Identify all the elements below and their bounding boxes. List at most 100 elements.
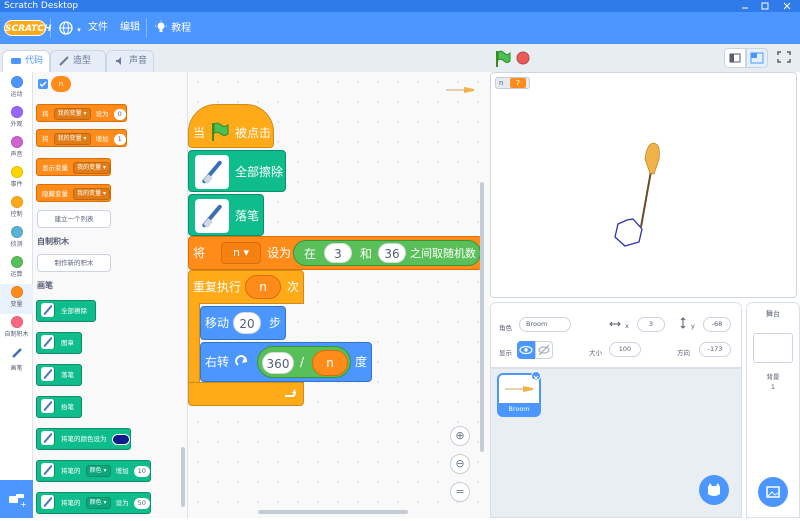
erase-all-block[interactable]: 全部擦除 (188, 150, 286, 192)
turn-right-block[interactable]: 右转 360 / n 度 (200, 342, 372, 382)
tab-sounds[interactable]: 声音 (106, 50, 154, 72)
normal-stage-button[interactable] (746, 48, 768, 68)
make-block-button[interactable]: 制作新的积木 (37, 254, 111, 272)
palette-scrollbar[interactable] (181, 447, 185, 507)
category-variables[interactable]: 变量 (0, 284, 33, 314)
variable-n-reporter[interactable]: n (51, 76, 71, 92)
variable-checkbox[interactable] (38, 79, 48, 89)
control-category-icon (10, 196, 23, 208)
choose-sprite-button[interactable] (699, 475, 729, 505)
category-looks[interactable]: 外观 (0, 104, 33, 134)
variable-n-dropdown[interactable]: n ▾ (221, 242, 261, 264)
maximize-icon[interactable] (760, 1, 770, 11)
set-n-block[interactable]: 将 n ▾ 设为 在 3 和 36 之间取随机数 (188, 236, 482, 270)
random-to-input[interactable]: 36 (378, 243, 406, 263)
denominator-n-reporter[interactable]: n (312, 350, 348, 376)
size-input[interactable]: 100 (609, 342, 641, 357)
block-text: 在 (304, 247, 317, 261)
tab-costumes[interactable]: 造型 (50, 50, 106, 72)
tab-code[interactable]: 代码 (2, 50, 50, 74)
pen-down-palette-block[interactable]: 落笔 (36, 364, 82, 386)
set-pen-color-palette-block[interactable]: 将笔的颜色设为 (36, 428, 131, 450)
file-menu[interactable]: 文件 (88, 20, 108, 36)
x-input[interactable]: 3 (637, 317, 665, 332)
category-sound[interactable]: 声音 (0, 134, 33, 164)
choose-backdrop-button[interactable] (758, 477, 788, 507)
make-list-button[interactable]: 建立一个列表 (37, 210, 111, 228)
script-vertical-scrollbar[interactable] (480, 182, 484, 452)
block-text: 次 (287, 280, 300, 294)
pen-param-dropdown[interactable]: 颜色 ▾ (85, 497, 111, 509)
value-input[interactable]: 50 (133, 497, 150, 509)
change-variable-block[interactable]: 将 我的变量 ▾ 增加 1 (36, 129, 127, 147)
stage-thumbnail[interactable] (753, 333, 793, 363)
show-visible-button[interactable] (517, 341, 535, 359)
variable-dropdown[interactable]: 我的变量 ▾ (73, 162, 110, 174)
tutorials-menu[interactable]: 教程 (154, 20, 191, 37)
value-input[interactable]: 1 (113, 133, 126, 145)
value-input[interactable]: 10 (133, 465, 150, 477)
stamp-palette-block[interactable]: 图章 (36, 332, 82, 354)
small-stage-button[interactable] (724, 48, 746, 68)
variable-dropdown[interactable]: 我的变量 ▾ (73, 188, 110, 200)
set-pen-param-palette-block[interactable]: 将笔的 颜色 ▾ 设为 50 (36, 492, 151, 514)
pen-color-swatch[interactable] (111, 433, 130, 445)
category-motion[interactable]: 运动 (0, 74, 33, 104)
pen-down-block[interactable]: 落笔 (188, 194, 264, 236)
zoom-reset-button[interactable]: = (450, 482, 470, 502)
block-text: 落笔 (235, 209, 260, 223)
hide-button[interactable] (535, 341, 553, 359)
repeat-times-reporter[interactable]: n (245, 275, 281, 299)
delete-sprite-button[interactable] (531, 371, 541, 381)
variable-dropdown[interactable]: 我的变量 ▾ (53, 108, 91, 120)
when-flag-clicked-block[interactable]: 当 被点击 (188, 104, 274, 148)
chevron-down-icon: ▾ (77, 26, 81, 34)
block-text: 右转 (205, 355, 230, 369)
green-flag-icon[interactable] (494, 50, 512, 68)
direction-input[interactable]: -173 (699, 342, 731, 357)
value-input[interactable]: 0 (113, 108, 126, 120)
sprite-name-input[interactable]: Broom (519, 317, 571, 332)
category-my-blocks[interactable]: 自制积木 (0, 314, 33, 344)
y-input[interactable]: -68 (703, 317, 731, 332)
zoom-in-button[interactable]: ⊕ (450, 426, 470, 446)
block-text: 将 (42, 135, 49, 143)
repeat-block[interactable]: 重复执行 n 次 (188, 270, 304, 304)
category-pen[interactable]: 画笔 (0, 344, 33, 374)
stop-icon[interactable] (516, 51, 530, 65)
numerator-input[interactable]: 360 (262, 352, 294, 374)
fullscreen-button[interactable] (774, 48, 796, 68)
hide-variable-block[interactable]: 隐藏变量 我的变量 ▾ (36, 184, 111, 202)
move-steps-input[interactable]: 20 (233, 312, 261, 334)
change-pen-param-palette-block[interactable]: 将笔的 颜色 ▾ 增加 10 (36, 460, 151, 482)
set-variable-block[interactable]: 将 我的变量 ▾ 设为 0 (36, 104, 127, 122)
scratch-logo[interactable]: SCRATCH (4, 20, 51, 36)
category-control[interactable]: 控制 (0, 194, 33, 224)
pick-random-block[interactable]: 在 3 和 36 之间取随机数 (293, 240, 481, 266)
pen-param-dropdown[interactable]: 颜色 ▾ (85, 465, 111, 477)
stage-canvas[interactable]: n 7 (490, 72, 797, 298)
pen-up-palette-block[interactable]: 抬笔 (36, 396, 82, 418)
close-icon[interactable] (782, 1, 792, 11)
language-menu[interactable]: ▾ (58, 20, 81, 42)
minimize-icon[interactable] (740, 1, 750, 11)
add-extension-button[interactable]: + (0, 480, 33, 518)
block-text: 重复执行 (193, 280, 242, 294)
category-events[interactable]: 事件 (0, 164, 33, 194)
edit-menu[interactable]: 编辑 (120, 20, 140, 36)
script-horizontal-scrollbar[interactable] (258, 510, 408, 514)
divide-operator-block[interactable]: 360 / n (257, 346, 351, 378)
show-variable-block[interactable]: 显示变量 我的变量 ▾ (36, 158, 111, 176)
script-area[interactable]: 当 被点击 全部擦除 落笔 将 n ▾ 设为 在 3 和 36 之间取随机数 重… (188, 72, 490, 518)
category-sensing[interactable]: 侦测 (0, 224, 33, 254)
window-title: Scratch Desktop (4, 1, 79, 11)
globe-icon (59, 21, 73, 35)
sprite-thumbnail[interactable]: Broom (497, 371, 541, 417)
category-operators[interactable]: 运算 (0, 254, 33, 284)
variable-dropdown[interactable]: 我的变量 ▾ (53, 133, 91, 145)
move-steps-block[interactable]: 移动 20 步 (200, 306, 286, 340)
zoom-out-button[interactable]: ⊖ (450, 454, 470, 474)
erase-all-palette-block[interactable]: 全部擦除 (36, 300, 96, 322)
random-from-input[interactable]: 3 (324, 243, 352, 263)
zoom-out-icon: ⊖ (455, 457, 465, 470)
